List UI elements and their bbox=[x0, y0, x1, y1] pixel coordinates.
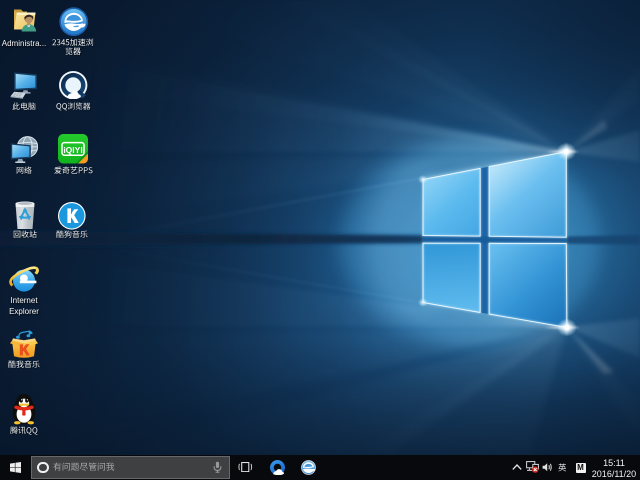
svg-text:iQIYI: iQIYI bbox=[63, 145, 82, 155]
